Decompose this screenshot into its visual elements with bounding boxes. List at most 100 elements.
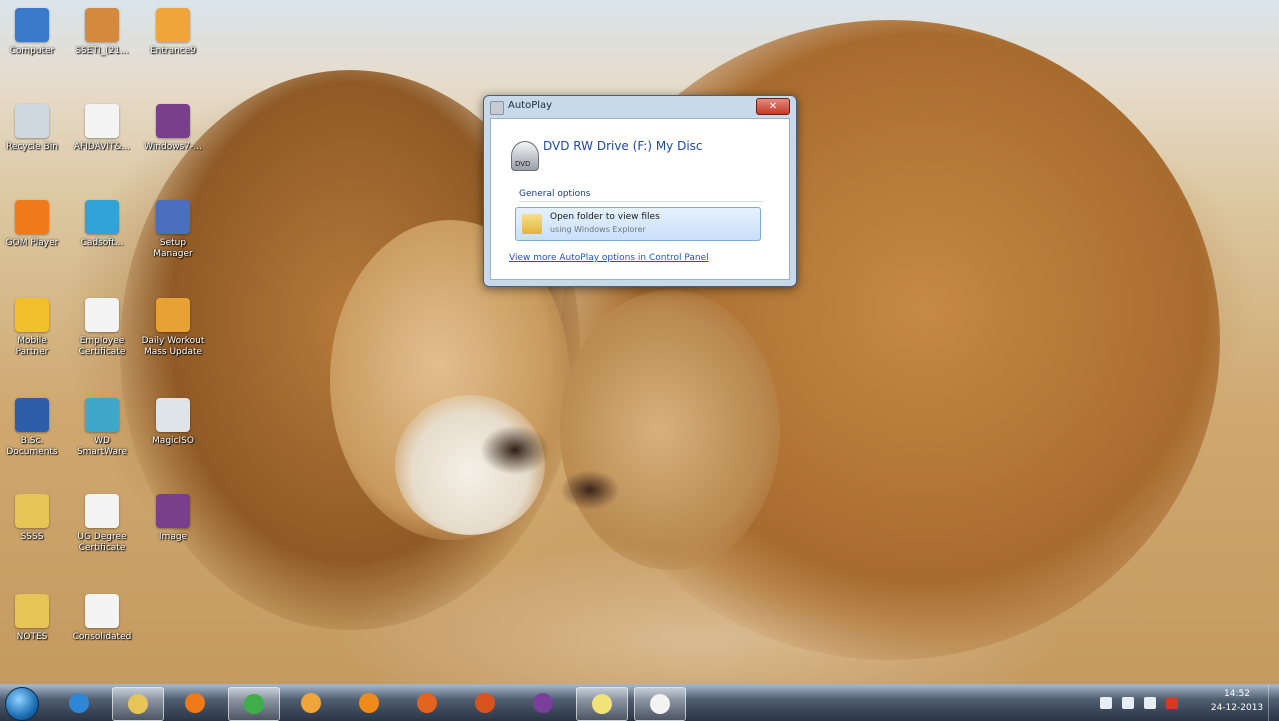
taskbar-button[interactable] [228,687,280,721]
desktop-icon[interactable]: SSETI_(21... [70,8,134,57]
setup-icon [156,200,190,234]
dialog-titlebar[interactable]: AutoPlay ✕ [484,96,796,118]
cd-icon [156,398,190,432]
desktop-icon-label: GOM Player [5,238,59,248]
desktop-icon[interactable]: AFIDAVIT&... [70,104,134,153]
document-icon [85,594,119,628]
taskbar-button[interactable] [344,687,394,719]
autoplay-icon [490,101,504,115]
desktop-icon[interactable]: Employee Certificate [70,298,134,358]
desktop-icon-label: Consolidated [72,632,132,642]
desktop-icon[interactable]: Windows7-... [141,104,205,153]
volume-icon[interactable] [1144,697,1156,709]
taskbar-button[interactable] [54,687,104,719]
desktop-icon-label: Entrance9 [149,46,197,56]
desktop-icon[interactable]: SSSS [0,494,64,543]
desktop-icon-label: Setup Manager [153,238,193,259]
option-title: Open folder to view files [550,212,660,222]
wallpaper-lion-right-nose [560,470,620,510]
desktop-icon[interactable]: NOTES [0,594,64,643]
desktop-icon-label: SSSS [20,532,44,542]
computer-icon [15,8,49,42]
desktop-icon[interactable]: Consolidated [70,594,134,643]
sticky-notes-icon [592,694,612,714]
wallpaper-lion-left-nose [480,425,550,475]
recycle-bin-icon [15,104,49,138]
desktop-icon[interactable]: Mobile Partner [0,298,64,358]
document-icon [85,104,119,138]
desktop-icon-label: SSETI_(21... [75,46,129,56]
general-options-label: General options [519,189,591,199]
desktop-icon-label: UG Degree Certificate [77,532,127,553]
dvd-drive-icon: DVD [511,141,539,171]
internet-explorer-icon [69,693,89,713]
drive-heading: DVD RW Drive (F:) My Disc [543,139,703,153]
desktop-icon[interactable]: Cadsoft... [70,200,134,249]
mobile-partner-icon [15,298,49,332]
clock-date[interactable]: 24-12-2013 [1205,703,1269,713]
show-desktop-button[interactable] [1268,685,1279,721]
antivirus-icon[interactable] [1166,697,1178,709]
desktop-icon[interactable]: Image [141,494,205,543]
folder-icon [522,214,542,234]
chrome-icon [244,694,264,714]
taskbar-button[interactable] [112,687,164,721]
control-panel-link[interactable]: View more AutoPlay options in Control Pa… [509,253,709,263]
dialog-title: AutoPlay [508,100,553,111]
media-player-icon [185,693,205,713]
desktop-icon-label: Daily Workout Mass Update [141,336,205,357]
onenote-icon [533,693,553,713]
taskbar-button[interactable] [634,687,686,721]
desktop-icon-label: Windows7-... [144,142,202,152]
flag-icon[interactable] [1100,697,1112,709]
word-document-icon [15,398,49,432]
windows-explorer-icon [128,694,148,714]
desktop-icon[interactable]: B.Sc. Documents [0,398,64,458]
desktop-icon-label: NOTES [16,632,48,642]
desktop-icon-label: AFIDAVIT&... [73,142,131,152]
taskbar-button[interactable] [518,687,568,719]
grid-folder-icon [85,8,119,42]
autoplay-dialog: AutoPlay ✕ DVD DVD RW Drive (F:) My Disc… [483,95,797,287]
desktop-icon-label: Image [158,532,188,542]
desktop-icon[interactable]: Setup Manager [141,200,205,260]
open-folder-option[interactable]: Open folder to view files using Windows … [515,207,761,241]
desktop-icon-label: Computer [9,46,55,56]
taskbar-button[interactable] [402,687,452,719]
taskbar: 14:52 24-12-2013 [0,684,1279,721]
desktop-icon-label: Recycle Bin [6,142,58,152]
paint-icon [301,693,321,713]
desktop-icon-label: MagicISO [152,436,194,446]
section-divider [519,201,763,202]
desktop-icon[interactable]: Entrance9 [141,8,205,57]
desktop-icon-label: WD SmartWare [76,436,128,457]
desktop-icon[interactable]: UG Degree Certificate [70,494,134,554]
desktop-icon[interactable]: WD SmartWare [70,398,134,458]
start-button[interactable] [5,687,39,721]
clock-time[interactable]: 14:52 [1212,689,1262,699]
film-icon [156,104,190,138]
desktop-icon[interactable]: Daily Workout Mass Update [141,298,205,358]
vlc-icon [359,693,379,713]
network-icon[interactable] [1122,697,1134,709]
wallpaper-lion-right-face [560,290,780,570]
film-icon [156,494,190,528]
taskbar-button[interactable] [286,687,336,719]
desktop-icon[interactable]: Computer [0,8,64,57]
desktop-icon[interactable]: Recycle Bin [0,104,64,153]
dialog-body: DVD DVD RW Drive (F:) My Disc General op… [490,118,790,280]
taskbar-button[interactable] [576,687,628,721]
workout-app-icon [156,298,190,332]
close-button[interactable]: ✕ [756,98,790,115]
system-tray [1100,693,1190,713]
taskbar-button[interactable] [460,687,510,719]
taskbar-button[interactable] [170,687,220,719]
desktop-icon[interactable]: GOM Player [0,200,64,249]
matlab-icon [475,693,495,713]
option-subtitle: using Windows Explorer [550,225,646,234]
wd-app-icon [85,398,119,432]
desktop-icon[interactable]: MagicISO [141,398,205,447]
desktop-icon-label: Mobile Partner [15,336,49,357]
paint-app-icon [156,8,190,42]
dvd-drive-icon-label: DVD [515,160,531,168]
